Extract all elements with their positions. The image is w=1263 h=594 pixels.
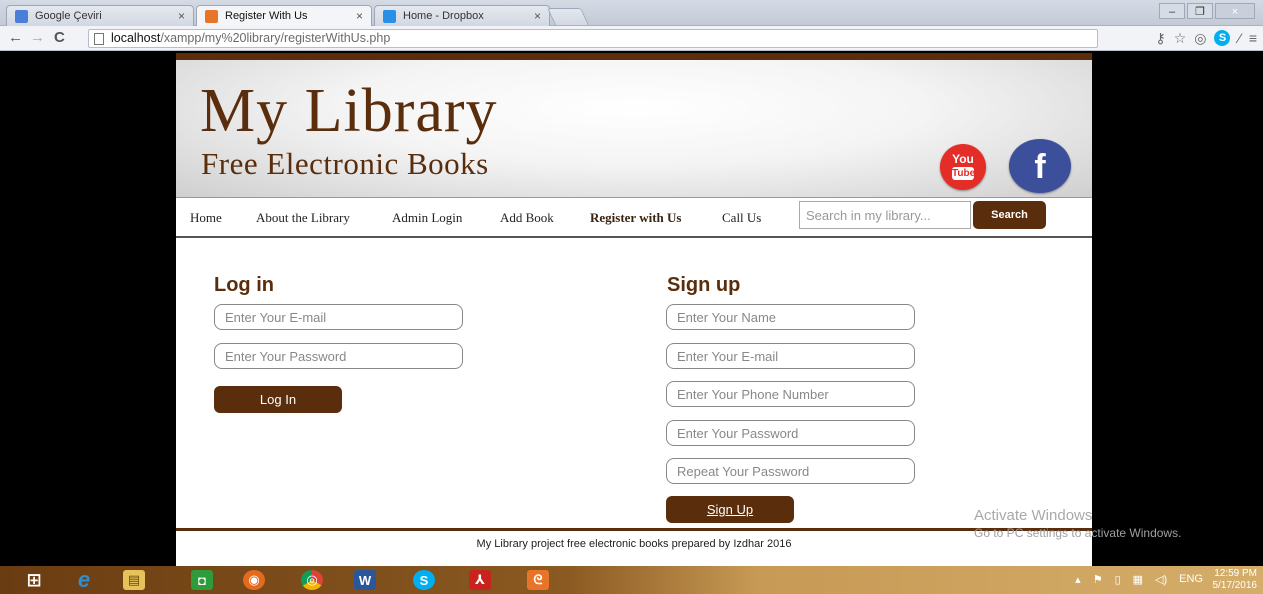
footer-text: My Library project free electronic books… — [476, 538, 792, 550]
xampp-icon[interactable]: ᘓ — [516, 567, 560, 593]
site-title: My Library — [200, 77, 498, 145]
signup-password-field[interactable] — [666, 420, 915, 446]
clock-time: 12:59 PM — [1214, 568, 1257, 579]
nav-admin-login[interactable]: Admin Login — [392, 210, 462, 226]
firefox-icon[interactable]: ◉ — [232, 567, 276, 593]
volume-icon[interactable]: ◁) — [1155, 573, 1167, 586]
system-tray: ▴ ⚑ ▯ ▦ ◁) ENG — [1075, 573, 1203, 586]
start-glyph: ⊞ — [26, 569, 42, 590]
explorer-glyph: ▤ — [123, 570, 145, 590]
tab-register-with-us[interactable]: Register With Us × — [196, 5, 372, 27]
activate-subtitle: Go to PC settings to activate Windows. — [974, 526, 1182, 540]
windows-start-icon[interactable]: ⊞ — [12, 567, 56, 593]
bookmark-star-icon[interactable]: ☆ — [1174, 29, 1187, 47]
page-footer: My Library project free electronic books… — [176, 528, 1092, 566]
login-button[interactable]: Log In — [214, 386, 342, 413]
xampp-favicon-icon — [205, 10, 218, 23]
youtube-tube-text: Tube — [952, 167, 976, 180]
dropbox-favicon-icon — [383, 10, 396, 23]
store-glyph: ◘ — [191, 570, 213, 590]
word-icon[interactable]: W — [343, 567, 387, 593]
extension-circle-icon[interactable]: ◎ — [1194, 29, 1206, 47]
tray-arrow-icon[interactable]: ▴ — [1075, 573, 1081, 586]
browser-tab-bar: Google Çeviri × Register With Us × Home … — [0, 0, 1263, 27]
url-path: /xampp/my%20library/registerWithUs.php — [160, 31, 391, 45]
skype-icon[interactable]: S — [402, 567, 446, 593]
window-controls: – ❐ × — [1159, 3, 1255, 19]
main-nav: Home About the Library Admin Login Add B… — [176, 197, 1092, 238]
menu-icon[interactable]: ≡ — [1249, 29, 1257, 47]
search-button[interactable]: Search — [973, 201, 1046, 229]
tab-home-dropbox[interactable]: Home - Dropbox × — [374, 5, 550, 26]
site-header: My Library Free Electronic Books You Tub… — [176, 60, 1092, 197]
header-top-bar — [176, 53, 1092, 60]
search-input[interactable] — [799, 201, 971, 229]
nav-home[interactable]: Home — [190, 210, 222, 226]
toolbar-extensions: ⚷ ☆ ◎ S ⁄ ≡ — [1155, 29, 1257, 47]
signup-email-field[interactable] — [666, 343, 915, 369]
page-icon — [94, 33, 104, 45]
url-host: localhost — [111, 31, 161, 45]
flag-icon[interactable]: ⚑ — [1093, 573, 1103, 586]
skype-extension-icon[interactable]: S — [1214, 30, 1231, 46]
nav-call-us[interactable]: Call Us — [722, 210, 761, 226]
web-page: My Library Free Electronic Books You Tub… — [176, 53, 1092, 566]
clock-date: 5/17/2016 — [1212, 580, 1258, 591]
nav-about-library[interactable]: About the Library — [256, 210, 350, 226]
signup-phone-field[interactable] — [666, 381, 915, 407]
firefox-glyph: ◉ — [243, 570, 265, 590]
site-subtitle: Free Electronic Books — [201, 146, 489, 181]
browser-toolbar: ← → C localhost/xampp/my%20library/regis… — [0, 26, 1263, 51]
word-glyph: W — [354, 570, 376, 590]
back-arrow-icon[interactable]: ← — [8, 29, 23, 47]
signup-title: Sign up — [667, 274, 741, 296]
tab-label: Google Çeviri — [35, 10, 102, 22]
forward-arrow-icon[interactable]: → — [30, 29, 45, 47]
language-indicator[interactable]: ENG — [1179, 573, 1203, 586]
nav-add-book[interactable]: Add Book — [500, 210, 554, 226]
acrobat-icon[interactable]: ⅄ — [458, 567, 502, 593]
address-bar[interactable]: localhost/xampp/my%20library/registerWit… — [88, 29, 1098, 48]
chrome-icon[interactable]: ◎ — [290, 567, 334, 593]
extension-icon[interactable]: ⁄ — [1238, 29, 1240, 47]
skype-glyph: S — [413, 570, 435, 590]
xampp-glyph: ᘓ — [527, 570, 549, 590]
tab-label: Register With Us — [225, 10, 308, 22]
signup-button[interactable]: Sign Up — [666, 496, 794, 523]
store-icon[interactable]: ◘ — [180, 567, 224, 593]
acrobat-glyph: ⅄ — [469, 570, 491, 590]
signup-repeat-password-field[interactable] — [666, 458, 915, 484]
facebook-icon[interactable]: f — [1009, 139, 1071, 193]
minimize-button[interactable]: – — [1159, 3, 1185, 19]
login-title: Log in — [214, 274, 274, 296]
youtube-icon[interactable]: You Tube — [940, 144, 986, 190]
activate-windows-watermark: Activate Windows Go to PC settings to ac… — [974, 507, 1181, 540]
login-password-field[interactable] — [214, 343, 463, 369]
signup-name-field[interactable] — [666, 304, 915, 330]
tab-close-icon[interactable]: × — [356, 6, 363, 27]
tab-close-icon[interactable]: × — [534, 6, 541, 27]
google-translate-favicon-icon — [15, 10, 28, 23]
key-icon[interactable]: ⚷ — [1155, 29, 1165, 47]
internet-explorer-icon[interactable]: e — [62, 567, 106, 593]
file-explorer-icon[interactable]: ▤ — [112, 567, 156, 593]
restore-button[interactable]: ❐ — [1187, 3, 1213, 19]
tab-close-icon[interactable]: × — [178, 6, 185, 27]
reload-icon[interactable]: C — [54, 29, 65, 47]
tab-label: Home - Dropbox — [403, 10, 484, 22]
nav-register-with-us[interactable]: Register with Us — [590, 210, 681, 226]
activate-title: Activate Windows — [974, 507, 1093, 524]
chrome-glyph: ◎ — [301, 570, 323, 590]
battery-icon[interactable]: ▯ — [1115, 573, 1121, 586]
youtube-you-text: You — [952, 152, 974, 166]
ie-glyph: e — [77, 567, 91, 592]
windows-taskbar: ⊞ e ▤ ◘ ◉ ◎ W S ⅄ ᘓ ▴ ⚑ ▯ ▦ ◁) ENG 12:59… — [0, 566, 1263, 594]
new-tab-button[interactable] — [547, 8, 589, 25]
login-email-field[interactable] — [214, 304, 463, 330]
taskbar-clock[interactable]: 12:59 PM 5/17/2016 — [1213, 568, 1258, 592]
close-window-button[interactable]: × — [1215, 3, 1255, 19]
network-icon[interactable]: ▦ — [1133, 573, 1143, 586]
tab-google-ceviri[interactable]: Google Çeviri × — [6, 5, 194, 26]
